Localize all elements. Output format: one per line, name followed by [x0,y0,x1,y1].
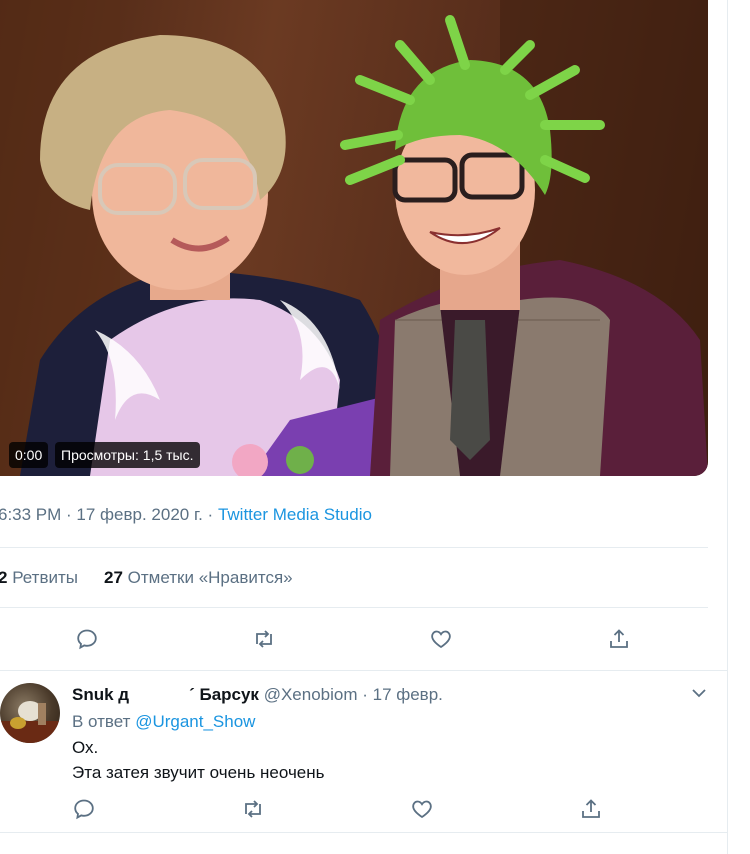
more-options-button[interactable] [690,684,708,702]
retweets-count: 2 [0,568,8,587]
reply-icon [77,629,97,650]
reply-separator: · [357,685,373,704]
reply-author-name-part2: Барсук [199,685,259,704]
likes-label: Отметки «Нравится» [127,568,293,587]
heart-icon [412,800,432,819]
meta-separator-1: · [61,505,77,524]
likes-stat[interactable]: 27 Отметки «Нравится» [104,568,293,587]
avatar[interactable] [0,683,60,743]
tweet-time[interactable]: 6:33 PM [0,505,61,524]
tweet-source[interactable]: Twitter Media Studio [218,505,372,524]
reply-button[interactable] [74,626,100,652]
reply-retweet-button[interactable] [240,796,266,822]
retweet-icon [245,800,261,818]
reply-icon [74,799,94,820]
avatar-image [0,701,60,743]
divider [0,607,708,608]
tweet-date[interactable]: 17 февр. 2020 г. [76,505,202,524]
tweet-meta: 6:33 PM · 17 февр. 2020 г. · Twitter Med… [0,505,372,525]
divider [0,670,728,671]
reply-text-line-2: Эта затея звучит очень неочень [72,763,325,782]
meta-separator-2: · [202,505,218,524]
reply-author-name-part1: Snuk д [72,685,130,704]
chevron-down-icon [692,689,706,698]
like-button[interactable] [428,626,454,652]
divider [0,832,728,833]
timeline-border [727,0,728,854]
reply-header: Snuk д ´ Барсук @Xenobiom · 17 февр. [72,685,443,705]
share-icon [610,629,628,648]
video-views: Просмотры: 1,5 тыс. [55,442,200,468]
divider [0,547,708,548]
likes-count: 27 [104,568,123,587]
share-button[interactable] [606,626,632,652]
reply-reply-button[interactable] [71,796,97,822]
retweet-icon [256,630,272,648]
reply-handle[interactable]: @Xenobiom [264,685,358,704]
retweets-label: Ретвиты [12,568,79,587]
heart-icon [431,630,451,649]
retweet-button[interactable] [251,626,277,652]
video-frame [0,0,708,476]
tweet-stats: 2 Ретвиты 27 Отметки «Нравится» [0,568,293,588]
reply-date[interactable]: 17 февр. [373,685,443,704]
video-time: 0:00 [9,442,49,468]
reply-share-button[interactable] [578,796,604,822]
share-icon [582,799,600,818]
reply-author-name[interactable]: Snuk д ´ Барсук [72,685,259,704]
reply-text-line-1: Ох. [72,738,99,757]
video-player[interactable]: 0:00 Просмотры: 1,5 тыс. [0,0,708,476]
replying-to-handle[interactable]: @Urgant_Show [135,712,255,731]
replying-to-prefix: В ответ [72,712,131,731]
replying-to: В ответ @Urgant_Show [72,712,255,732]
retweets-stat[interactable]: 2 Ретвиты [0,568,78,587]
reply-like-button[interactable] [409,796,435,822]
